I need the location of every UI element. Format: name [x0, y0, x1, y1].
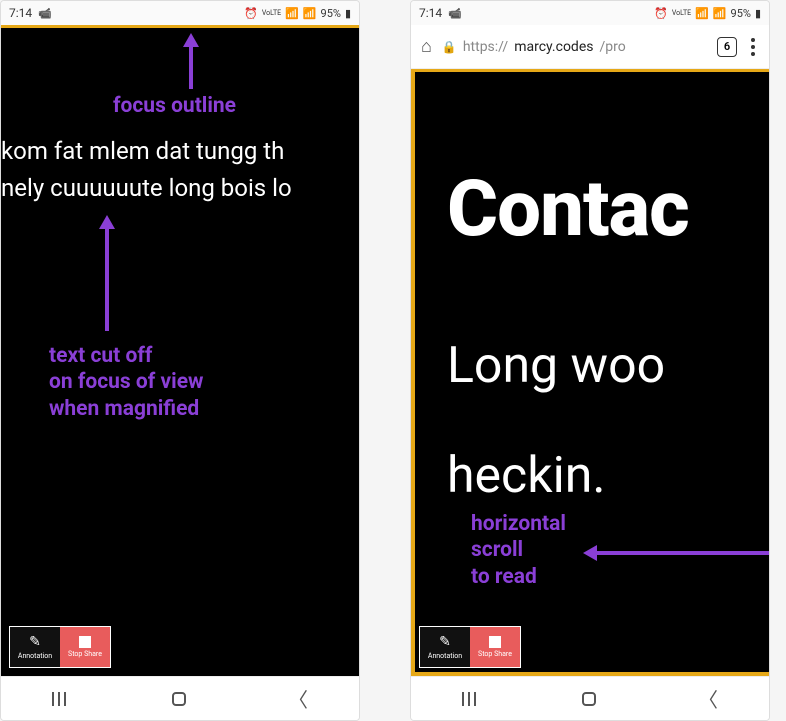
focus-outline-top [411, 69, 769, 72]
nav-back-button[interactable]: 〈 [698, 684, 718, 713]
signal-icon: 📶 [303, 7, 317, 20]
page-heading: Contac [447, 164, 689, 255]
nav-back-button[interactable]: 〈 [288, 684, 308, 713]
stop-icon [79, 636, 91, 648]
tabs-button[interactable]: 6 [717, 37, 737, 57]
volte-icon: VoLTE [672, 9, 691, 17]
annotation-focus-outline: focus outline [113, 93, 236, 119]
status-indicators: ⏰ VoLTE 📶 📶 95% ▮ [654, 7, 761, 20]
status-time: 7:14 [419, 6, 442, 20]
focus-outline-left [411, 69, 415, 676]
annotation-button[interactable]: ✎ Annotation [10, 627, 60, 667]
url-path: /pro [599, 39, 625, 55]
content-area-left[interactable]: focus outline kom fat mlem dat tungg th … [1, 25, 359, 676]
wifi-icon: 📶 [285, 7, 299, 20]
stop-icon [489, 636, 501, 648]
body-text-line2: nely cuuuuuute long bois lo [1, 170, 292, 206]
arrow-left-icon [581, 541, 769, 565]
status-bar: 7:14 ⏰ VoLTE 📶 📶 95% ▮ [411, 1, 769, 25]
content-area-right[interactable]: Contac Long woo heckin. horizontal scrol… [411, 69, 769, 676]
volte-icon: VoLTE [262, 9, 281, 17]
pencil-icon: ✎ [29, 634, 41, 650]
alarm-icon: ⏰ [244, 7, 258, 20]
stop-share-label: Stop Share [68, 650, 102, 658]
android-nav-bar: 〈 [1, 676, 359, 720]
annotation-horizontal-scroll: horizontal scroll to read [471, 511, 566, 590]
nav-home-button[interactable] [172, 692, 186, 706]
home-icon[interactable]: ⌂ [421, 36, 432, 57]
share-toolbar: ✎ Annotation Stop Share [419, 626, 521, 668]
signal-icon: 📶 [713, 7, 727, 20]
stop-share-button[interactable]: Stop Share [60, 627, 110, 667]
body-text-line1: kom fat mlem dat tungg th [1, 133, 284, 169]
body-text-1: Long woo [447, 337, 665, 395]
url-host: marcy.codes [514, 39, 593, 55]
browser-address-bar: ⌂ 🔒 https:// marcy.codes/pro 6 [411, 25, 769, 69]
share-toolbar: ✎ Annotation Stop Share [9, 626, 111, 668]
annotation-button[interactable]: ✎ Annotation [420, 627, 470, 667]
camera-icon [38, 6, 52, 20]
camera-icon [448, 6, 462, 20]
battery-text: 95% [321, 7, 341, 20]
url-prefix: https:// [463, 39, 508, 55]
pencil-icon: ✎ [439, 634, 451, 650]
battery-text: 95% [731, 7, 751, 20]
phone-right: 7:14 ⏰ VoLTE 📶 📶 95% ▮ ⌂ 🔒 https:// marcy… [410, 0, 770, 721]
focus-outline-bottom [411, 672, 769, 676]
focus-outline-top [1, 25, 359, 28]
annotation-label: Annotation [18, 652, 52, 660]
battery-icon: ▮ [755, 7, 761, 20]
stop-share-button[interactable]: Stop Share [470, 627, 520, 667]
stop-share-label: Stop Share [478, 650, 512, 658]
annotation-label: Annotation [428, 652, 462, 660]
lock-icon: 🔒 [442, 40, 457, 54]
menu-button[interactable] [747, 38, 759, 56]
url-field[interactable]: 🔒 https:// marcy.codes/pro [442, 39, 707, 55]
annotation-text-cutoff: text cut off on focus of view when magni… [49, 343, 203, 422]
status-bar: 7:14 ⏰ VoLTE 📶 📶 95% ▮ [1, 1, 359, 25]
alarm-icon: ⏰ [654, 7, 668, 20]
nav-recents-button[interactable] [52, 692, 70, 706]
battery-icon: ▮ [345, 7, 351, 20]
status-time: 7:14 [9, 6, 32, 20]
status-indicators: ⏰ VoLTE 📶 📶 95% ▮ [244, 7, 351, 20]
nav-recents-button[interactable] [462, 692, 480, 706]
phone-left: 7:14 ⏰ VoLTE 📶 📶 95% ▮ focus outline kom… [0, 0, 360, 721]
arrow-up-icon [95, 213, 119, 333]
body-text-2: heckin. [447, 447, 606, 505]
nav-home-button[interactable] [582, 692, 596, 706]
wifi-icon: 📶 [695, 7, 709, 20]
arrow-up-icon [179, 31, 203, 91]
android-nav-bar: 〈 [411, 676, 769, 720]
